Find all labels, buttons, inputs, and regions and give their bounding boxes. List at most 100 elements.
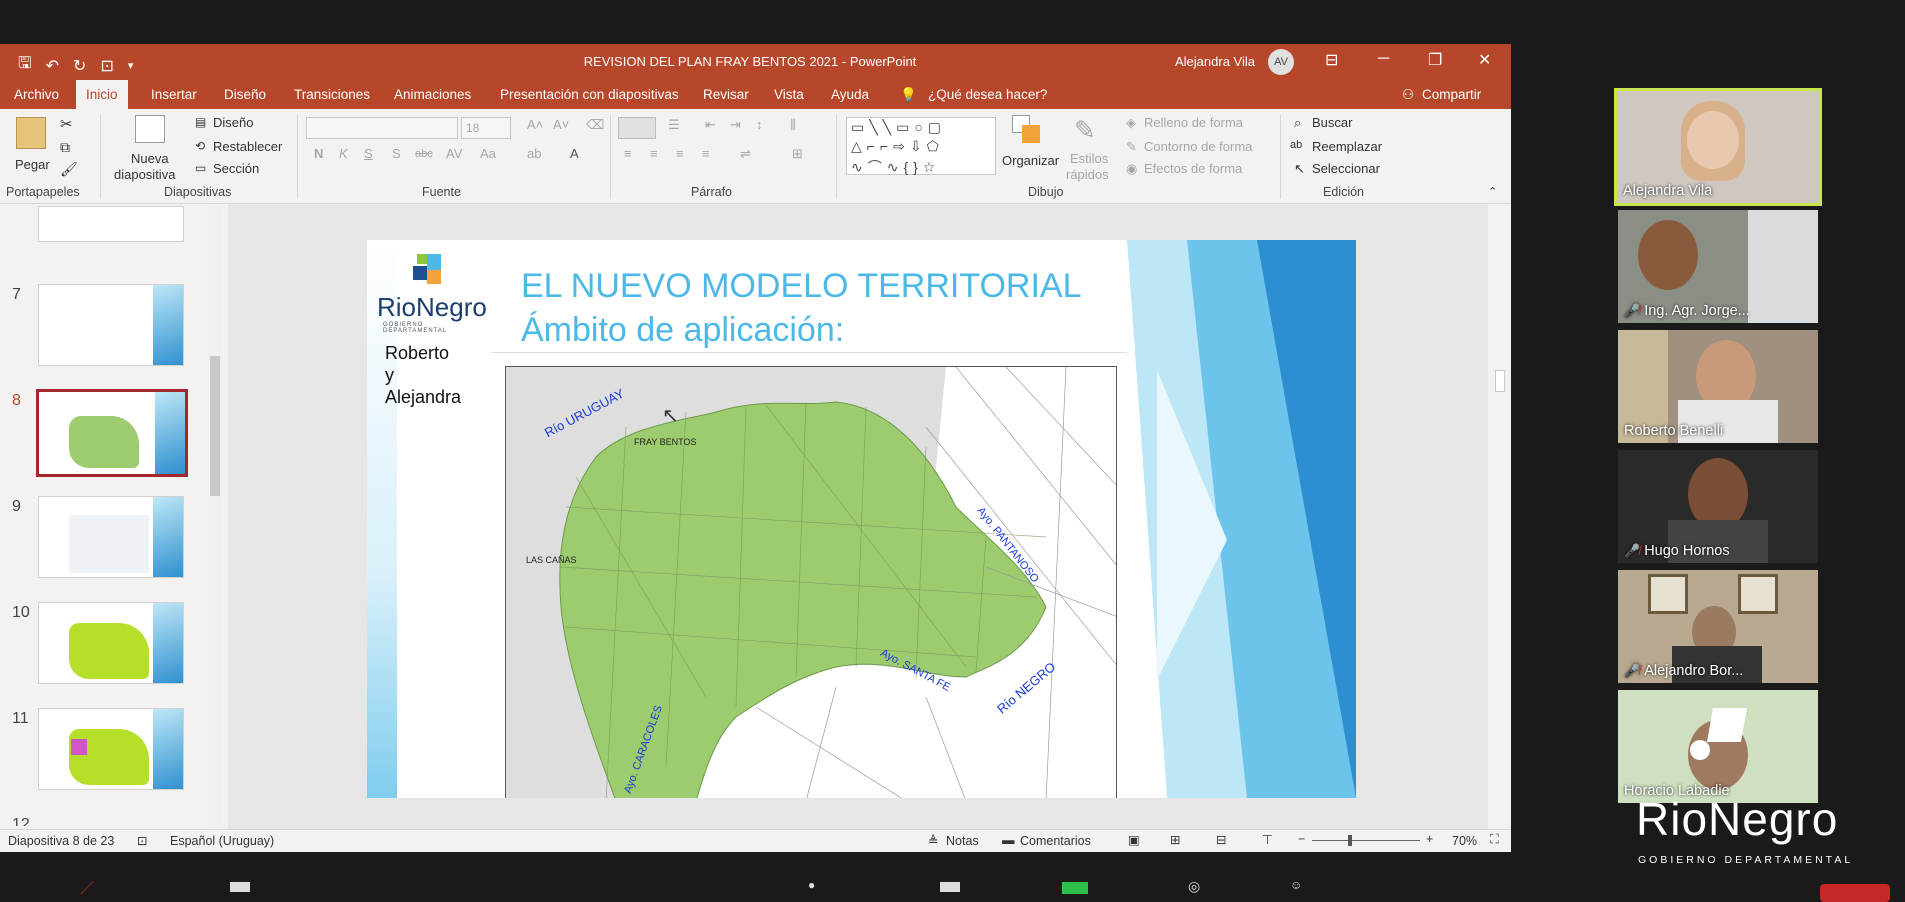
copy-icon[interactable]: ⧉ — [60, 139, 70, 156]
paste-button[interactable]: Pegar — [15, 157, 50, 172]
columns-icon[interactable]: ⫼ — [790, 117, 796, 133]
clear-format-icon[interactable]: ⌫ — [586, 117, 604, 133]
align-center-icon[interactable]: ≡ — [650, 146, 658, 161]
record-icon[interactable]: ◎ — [1188, 878, 1200, 895]
italic-button[interactable]: K — [339, 146, 348, 161]
tab-animaciones[interactable]: Animaciones — [394, 87, 471, 102]
strikethrough-button[interactable]: abc — [415, 148, 433, 160]
increase-indent-icon[interactable]: ⇥ — [730, 117, 741, 133]
chat-icon[interactable] — [940, 882, 960, 892]
slideshow-view-icon[interactable]: ⊤ — [1262, 832, 1273, 847]
undo-icon[interactable]: ↶ — [46, 56, 59, 76]
layout-button[interactable]: Diseño — [213, 115, 253, 130]
slide-title[interactable]: EL NUEVO MODELO TERRITORIAL Ámbito de ap… — [521, 264, 1082, 352]
justify-icon[interactable]: ≡ — [702, 146, 710, 161]
slide-sorter-icon[interactable]: ⊞ — [1170, 832, 1180, 847]
numbering-icon[interactable]: ☰ — [668, 117, 680, 133]
tell-me-search[interactable]: ¿Qué desea hacer? — [928, 87, 1047, 102]
shadow-button[interactable]: S — [392, 146, 401, 161]
tab-transiciones[interactable]: Transiciones — [294, 87, 370, 102]
format-painter-icon[interactable]: 🖌 — [60, 161, 78, 178]
arrange-button[interactable]: Organizar — [1002, 153, 1059, 168]
thumbnail-6[interactable] — [38, 206, 184, 242]
shape-fill-button[interactable]: Relleno de forma — [1144, 115, 1243, 130]
user-name[interactable]: Alejandra Vila — [1175, 54, 1255, 69]
restore-icon[interactable]: ❐ — [1428, 50, 1442, 70]
find-button[interactable]: Buscar — [1312, 115, 1352, 130]
align-right-icon[interactable]: ≡ — [676, 146, 684, 161]
customize-qat-icon[interactable]: ▾ — [128, 59, 134, 72]
cut-icon[interactable]: ✂ — [60, 115, 73, 133]
territory-map[interactable]: Río URUGUAY FRAY BENTOS LAS CAÑAS Ayo. P… — [505, 366, 1117, 798]
slide-scrollbar[interactable] — [1490, 204, 1511, 829]
zoom-slider[interactable] — [1312, 840, 1420, 841]
comments-button[interactable]: Comentarios — [1020, 834, 1091, 848]
shape-outline-button[interactable]: Contorno de forma — [1144, 139, 1252, 154]
thumbnail-7[interactable] — [38, 284, 184, 366]
participant-tile[interactable]: 🎤̸ Hugo Hornos — [1618, 450, 1818, 563]
shapes-gallery[interactable]: ▭╲╲▭○▢ △⌐⌐⇨⇩⬠ ∿⌒∿{}☆ — [846, 117, 996, 175]
tab-diseno[interactable]: Diseño — [224, 87, 266, 102]
tab-inicio[interactable]: Inicio — [76, 80, 128, 109]
tab-revisar[interactable]: Revisar — [703, 87, 749, 102]
reset-button[interactable]: Restablecer — [213, 139, 282, 154]
mute-icon[interactable]: ／ — [80, 878, 94, 898]
minimize-icon[interactable]: ─ — [1378, 50, 1389, 68]
decrease-indent-icon[interactable]: ⇤ — [705, 117, 716, 133]
font-name-input[interactable] — [306, 117, 458, 139]
notes-button[interactable]: Notas — [946, 834, 979, 848]
participant-tile[interactable]: Roberto Benelli — [1618, 330, 1818, 443]
new-slide-label-1[interactable]: Nueva — [131, 151, 169, 166]
select-button[interactable]: Seleccionar — [1312, 161, 1380, 176]
zoom-slider-thumb[interactable] — [1348, 835, 1352, 846]
shape-effects-button[interactable]: Efectos de forma — [1144, 161, 1242, 176]
tab-presentacion[interactable]: Presentación con diapositivas — [500, 87, 679, 102]
change-case-icon[interactable]: Aa — [480, 146, 496, 161]
share-button[interactable]: Compartir — [1422, 87, 1481, 102]
spellcheck-icon[interactable]: ⊡ — [137, 833, 147, 848]
language-indicator[interactable]: Español (Uruguay) — [170, 834, 274, 848]
normal-view-icon[interactable]: ▣ — [1128, 832, 1140, 847]
arrange-icon[interactable] — [1012, 115, 1042, 145]
presenter-names[interactable]: Roberto y Alejandra — [385, 342, 461, 408]
collapse-ribbon-icon[interactable]: ⌃ — [1488, 185, 1497, 198]
participant-tile[interactable]: Alejandra Vila — [1614, 88, 1822, 206]
participant-tile[interactable]: 🎤̸ Ing. Agr. Jorge... — [1618, 210, 1818, 323]
participants-icon[interactable]: ● — [808, 878, 815, 892]
end-meeting-button[interactable] — [1820, 884, 1890, 902]
align-left-icon[interactable]: ≡ — [624, 146, 632, 161]
thumbnail-10[interactable] — [38, 602, 184, 684]
close-icon[interactable]: ✕ — [1478, 50, 1491, 70]
tab-ayuda[interactable]: Ayuda — [831, 87, 869, 102]
new-slide-icon[interactable] — [135, 115, 165, 143]
tab-archivo[interactable]: Archivo — [14, 87, 59, 102]
tab-insertar[interactable]: Insertar — [151, 87, 197, 102]
bold-button[interactable]: N — [314, 146, 323, 161]
decrease-font-icon[interactable]: A˅ — [553, 117, 569, 132]
avatar[interactable]: AV — [1268, 49, 1294, 75]
zoom-in-icon[interactable]: + — [1426, 832, 1433, 846]
ribbon-display-options-icon[interactable]: ⊟ — [1325, 50, 1338, 70]
text-direction-icon[interactable]: ⇌ — [740, 146, 751, 162]
start-from-beginning-icon[interactable]: ⊡ — [100, 56, 113, 76]
underline-button[interactable]: S — [364, 146, 373, 161]
thumbnails-scrollbar[interactable] — [208, 206, 222, 828]
quick-styles-label-1[interactable]: Estilos — [1070, 151, 1108, 166]
bullets-button[interactable] — [618, 117, 656, 139]
thumbnail-9[interactable] — [38, 496, 184, 578]
participant-tile[interactable]: 🎤̸ Alejandro Bor... — [1618, 570, 1818, 683]
thumbnail-8-selected[interactable] — [36, 389, 188, 477]
fit-to-window-icon[interactable]: ⛶ — [1490, 832, 1499, 847]
zoom-level[interactable]: 70% — [1452, 834, 1477, 848]
increase-font-icon[interactable]: A˄ — [527, 117, 543, 132]
thumbnail-11[interactable] — [38, 708, 184, 790]
highlight-icon[interactable]: ab — [527, 146, 541, 161]
slide-canvas[interactable]: RioNegro GOBIERNO DEPARTAMENTAL EL NUEVO… — [367, 240, 1356, 798]
tab-vista[interactable]: Vista — [774, 87, 804, 102]
quick-styles-icon[interactable]: ✎ — [1074, 115, 1096, 146]
reading-view-icon[interactable]: ⊟ — [1216, 832, 1226, 847]
line-spacing-icon[interactable]: ↕ — [756, 117, 763, 132]
save-icon[interactable]: 🖫 — [18, 52, 32, 79]
redo-icon[interactable]: ↻ — [73, 56, 86, 76]
font-color-icon[interactable]: A — [570, 146, 579, 161]
